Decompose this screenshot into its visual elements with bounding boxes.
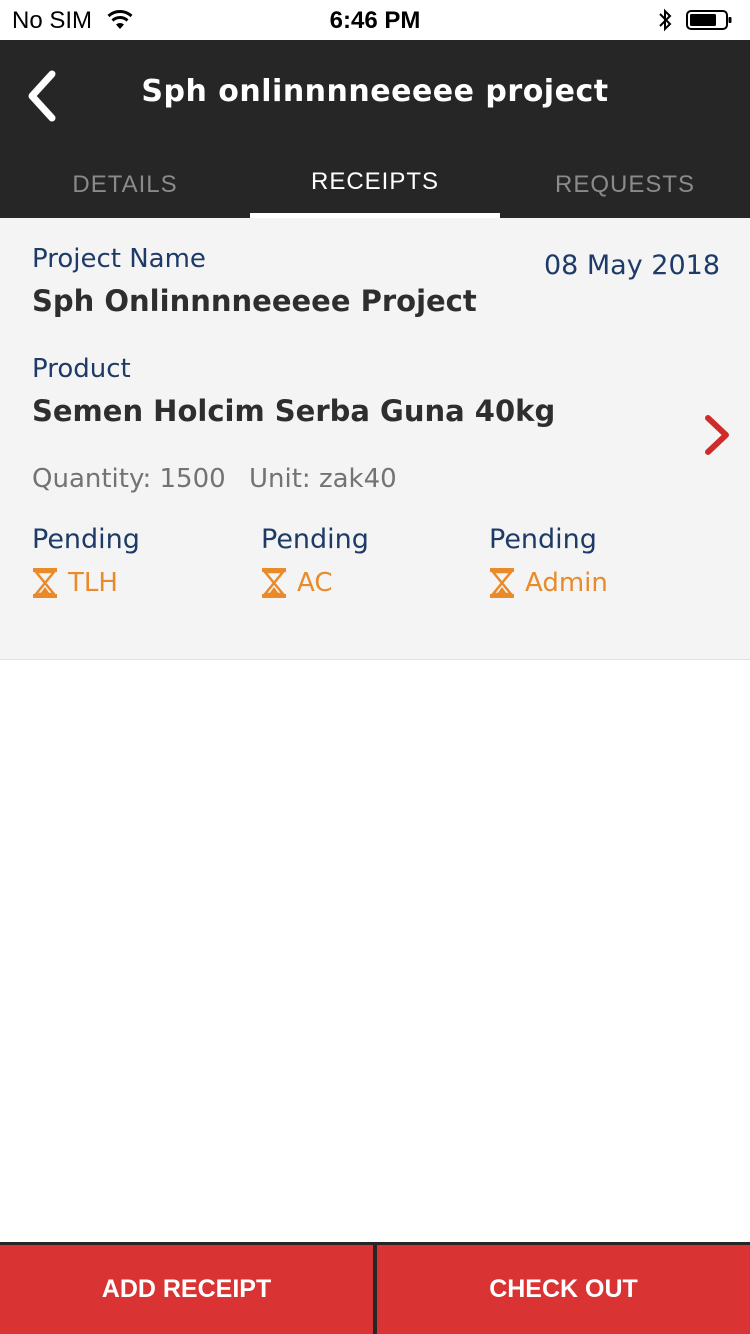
app-header: Sph onlinnnneeeee project DETAILS RECEIP… (0, 40, 750, 218)
unit-text: Unit: zak40 (249, 464, 397, 494)
project-name-label: Project Name (32, 244, 206, 274)
hourglass-icon (490, 568, 514, 598)
status-role-label: TLH (68, 568, 118, 598)
status-state: Pending (489, 524, 597, 555)
page-title: Sph onlinnnneeeee project (141, 74, 609, 109)
receipt-date: 08 May 2018 (543, 250, 720, 281)
back-button[interactable] (20, 68, 64, 124)
quantity-text: Quantity: 1500 (32, 464, 226, 494)
product-label: Product (32, 354, 131, 384)
bluetooth-icon (659, 8, 672, 32)
approval-status-tlh: Pending TLH (32, 524, 252, 599)
tab-receipts[interactable]: RECEIPTS (250, 158, 500, 218)
status-bar: No SIM 6:46 PM (0, 0, 750, 40)
status-role-label: AC (297, 568, 333, 598)
clock-time: 6:46 PM (329, 7, 421, 34)
chevron-right-icon[interactable] (702, 412, 732, 458)
hourglass-icon (262, 568, 286, 598)
tab-bar: DETAILS RECEIPTS REQUESTS (0, 158, 750, 218)
status-state: Pending (32, 524, 140, 555)
status-role-label: Admin (525, 568, 608, 598)
tab-receipts-label: RECEIPTS (310, 168, 440, 195)
hourglass-icon (33, 568, 57, 598)
project-name-value: Sph Onlinnnneeeee Project (32, 284, 477, 318)
approval-status-ac: Pending AC (261, 524, 481, 599)
status-state: Pending (261, 524, 369, 555)
tab-requests[interactable]: REQUESTS (500, 158, 750, 218)
check-out-button[interactable]: CHECK OUT (377, 1245, 750, 1334)
bottom-action-bar: ADD RECEIPT CHECK OUT (0, 1242, 750, 1334)
approval-status-admin: Pending Admin (489, 524, 709, 599)
receipt-card[interactable]: Project Name 08 May 2018 Sph Onlinnnneee… (0, 218, 750, 660)
battery-icon (686, 10, 732, 30)
add-receipt-button[interactable]: ADD RECEIPT (0, 1245, 373, 1334)
tab-details[interactable]: DETAILS (0, 158, 250, 218)
product-value: Semen Holcim Serba Guna 40kg (32, 394, 556, 428)
